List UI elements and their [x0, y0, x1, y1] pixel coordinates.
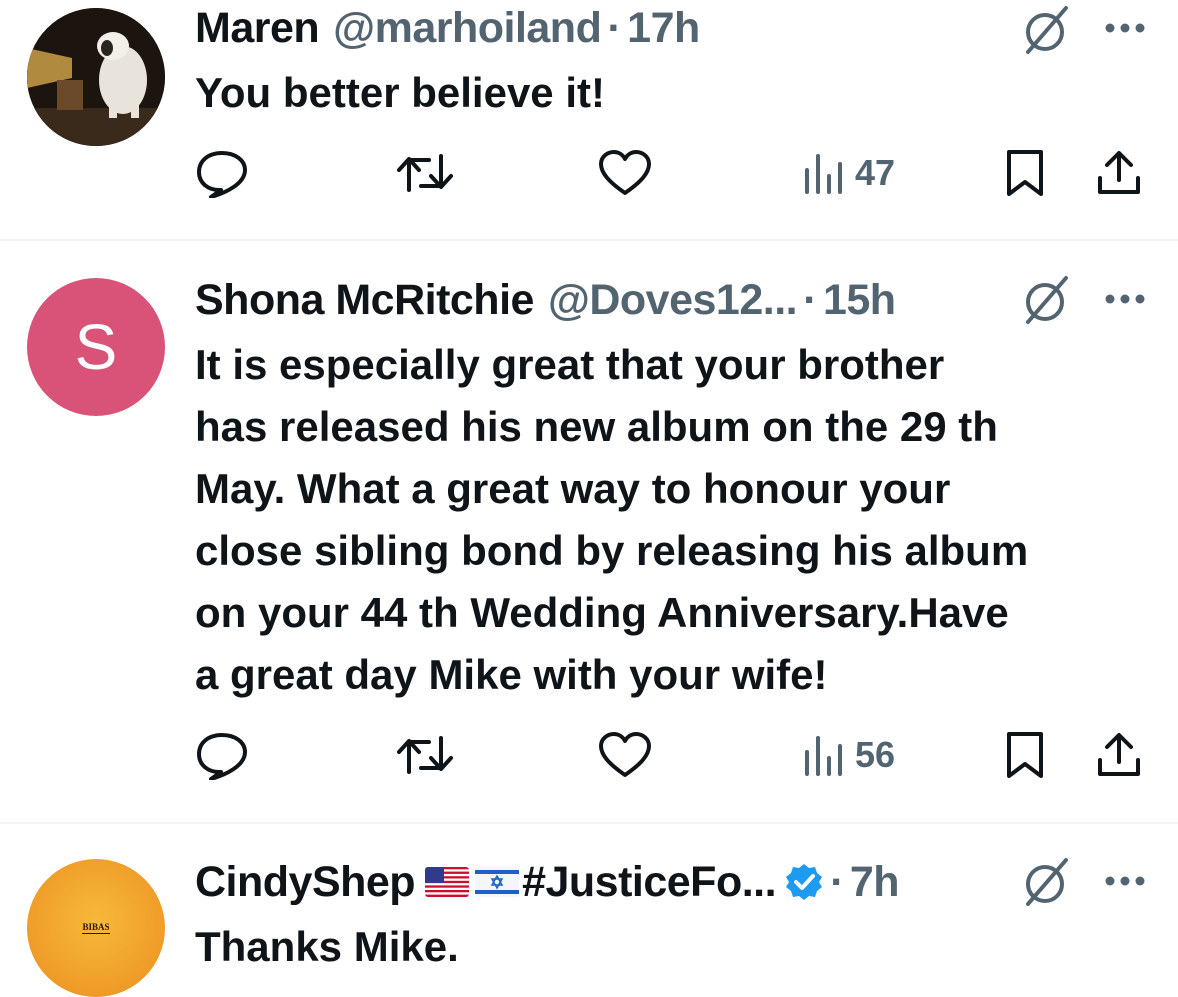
reply-button[interactable] [195, 148, 249, 198]
tweet-2[interactable]: S Shona McRitchie @Doves12... · 15h It i… [0, 241, 1178, 823]
username-handle[interactable]: @Doves12... [548, 276, 798, 325]
display-name-suffix[interactable]: #JusticeFo... [522, 858, 776, 907]
tweet-text-line: close sibling bond by releasing his albu… [195, 527, 1029, 574]
view-count: 56 [855, 734, 896, 775]
tweet-header: CindyShep #JusticeFo... · 7h [195, 857, 900, 907]
bookmark-button[interactable] [1003, 148, 1047, 198]
views-button[interactable]: 47 [801, 148, 895, 198]
views-button[interactable]: 56 [801, 730, 895, 780]
tweet-text: Thanks Mike. [195, 923, 459, 970]
tweet-text-line: It is especially great that your brother [195, 341, 945, 388]
more-options-icon[interactable] [1100, 289, 1150, 309]
repost-button[interactable] [395, 730, 455, 780]
like-button[interactable] [597, 148, 653, 198]
tweet-text-line: on your 44 th Wedding Anniversary.Have [195, 589, 1009, 636]
display-name[interactable]: CindyShep [195, 858, 416, 907]
bookmark-icon [1007, 732, 1043, 778]
bookmark-icon [1007, 150, 1043, 196]
tweet-text: You better believe it! [195, 69, 605, 116]
more-options-icon[interactable] [1100, 18, 1150, 38]
analytics-icon [805, 154, 842, 194]
like-button[interactable] [597, 730, 653, 780]
israel-flag-icon [475, 867, 520, 897]
tweet-text-line: May. What a great way to honour your [195, 465, 951, 512]
display-name[interactable]: Shona McRitchie [195, 276, 534, 325]
timestamp[interactable]: 7h [850, 858, 900, 907]
verified-badge-icon[interactable] [784, 862, 824, 902]
avatar-logo-text: BIBAS [82, 922, 110, 934]
reply-icon [197, 733, 247, 780]
repost-icon [397, 736, 453, 774]
separator-dot: · [607, 3, 622, 52]
analytics-icon [805, 736, 842, 776]
share-icon [1098, 733, 1140, 776]
separator-dot: · [830, 857, 844, 906]
view-count: 47 [855, 152, 896, 193]
reply-button[interactable] [195, 730, 249, 780]
tweet-actions: 56 [195, 730, 1155, 780]
reply-icon [197, 151, 247, 198]
more-options-icon[interactable] [1100, 871, 1150, 891]
tweet-text: It is especially great that your brother… [195, 334, 1155, 706]
heart-icon [599, 732, 651, 777]
avatar-letter: S [74, 311, 118, 383]
dog-gramophone-icon [27, 8, 165, 146]
tweet-actions: 47 [195, 148, 1155, 198]
tweet-3[interactable]: BIBAS CindyShep #JusticeFo... · 7h Thank… [0, 824, 1178, 997]
grok-icon[interactable] [1020, 274, 1072, 326]
share-button[interactable] [1095, 730, 1143, 780]
grok-icon[interactable] [1020, 856, 1072, 908]
avatar[interactable]: BIBAS [27, 859, 165, 997]
tweet-text-line: a great day Mike with your wife! [195, 651, 828, 698]
repost-icon [397, 154, 453, 192]
timestamp[interactable]: 15h [823, 276, 896, 325]
avatar[interactable] [27, 8, 165, 146]
display-name[interactable]: Maren [195, 4, 320, 53]
bookmark-button[interactable] [1003, 730, 1047, 780]
share-icon [1098, 151, 1140, 194]
tweet-text-line: has released his new album on the 29 th [195, 403, 998, 450]
heart-icon [599, 150, 651, 195]
tweet-1[interactable]: Maren @marhoiland · 17h You better belie… [0, 0, 1178, 240]
us-flag-icon [425, 867, 470, 897]
repost-button[interactable] [395, 148, 455, 198]
separator-dot: · [803, 275, 817, 324]
tweet-header: Maren @marhoiland · 17h [195, 3, 700, 53]
tweet-header: Shona McRitchie @Doves12... · 15h [195, 275, 896, 325]
grok-icon[interactable] [1020, 4, 1072, 56]
username-handle[interactable]: @marhoiland [333, 4, 602, 53]
timestamp[interactable]: 17h [627, 4, 700, 53]
share-button[interactable] [1095, 148, 1143, 198]
avatar[interactable]: S [27, 278, 165, 416]
